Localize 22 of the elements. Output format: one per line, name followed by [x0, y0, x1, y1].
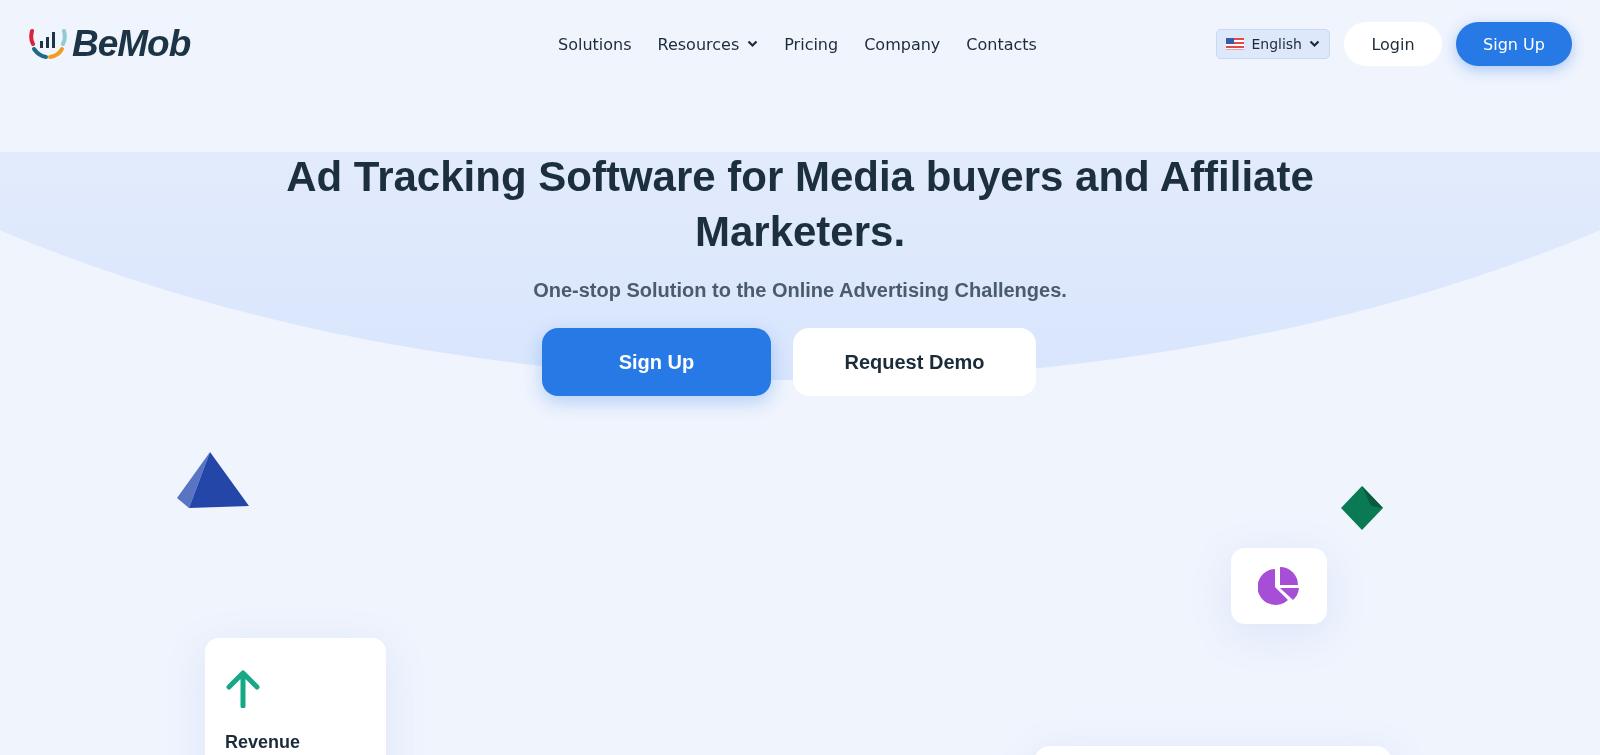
card-label: Revenue — [225, 732, 301, 753]
arrow-up-icon — [225, 670, 261, 708]
logo-text[interactable]: BeMob — [72, 23, 191, 65]
nav-link[interactable]: Resources — [657, 34, 759, 54]
nav-link[interactable]: Company — [864, 34, 941, 54]
signup-button[interactable]: Sign Up — [542, 328, 771, 397]
pie-chart-icon — [1258, 566, 1300, 606]
flag-icon — [1226, 38, 1245, 50]
hero-title: Ad Tracking Software for Media buyers and Affiliate Marketers. — [285, 152, 1315, 257]
pyramid-icon — [177, 450, 249, 510]
diamond-icon — [1341, 486, 1383, 530]
logo-icon — [28, 27, 68, 61]
chevron-down-icon — [1309, 40, 1320, 48]
chevron-down-icon — [747, 40, 759, 48]
language-select[interactable]: English — [1216, 29, 1330, 59]
signup-button[interactable]: Sign Up — [1456, 22, 1572, 66]
hero-subtitle: One-stop Solution to the Online Advertising Challenges. — [532, 279, 1068, 303]
login-button[interactable]: Login — [1344, 22, 1442, 66]
nav-link[interactable]: Contacts — [966, 34, 1037, 54]
nav-link[interactable]: Pricing — [784, 34, 839, 54]
request-demo-button[interactable]: Request Demo — [793, 328, 1036, 397]
nav-link[interactable]: Solutions — [558, 34, 632, 54]
